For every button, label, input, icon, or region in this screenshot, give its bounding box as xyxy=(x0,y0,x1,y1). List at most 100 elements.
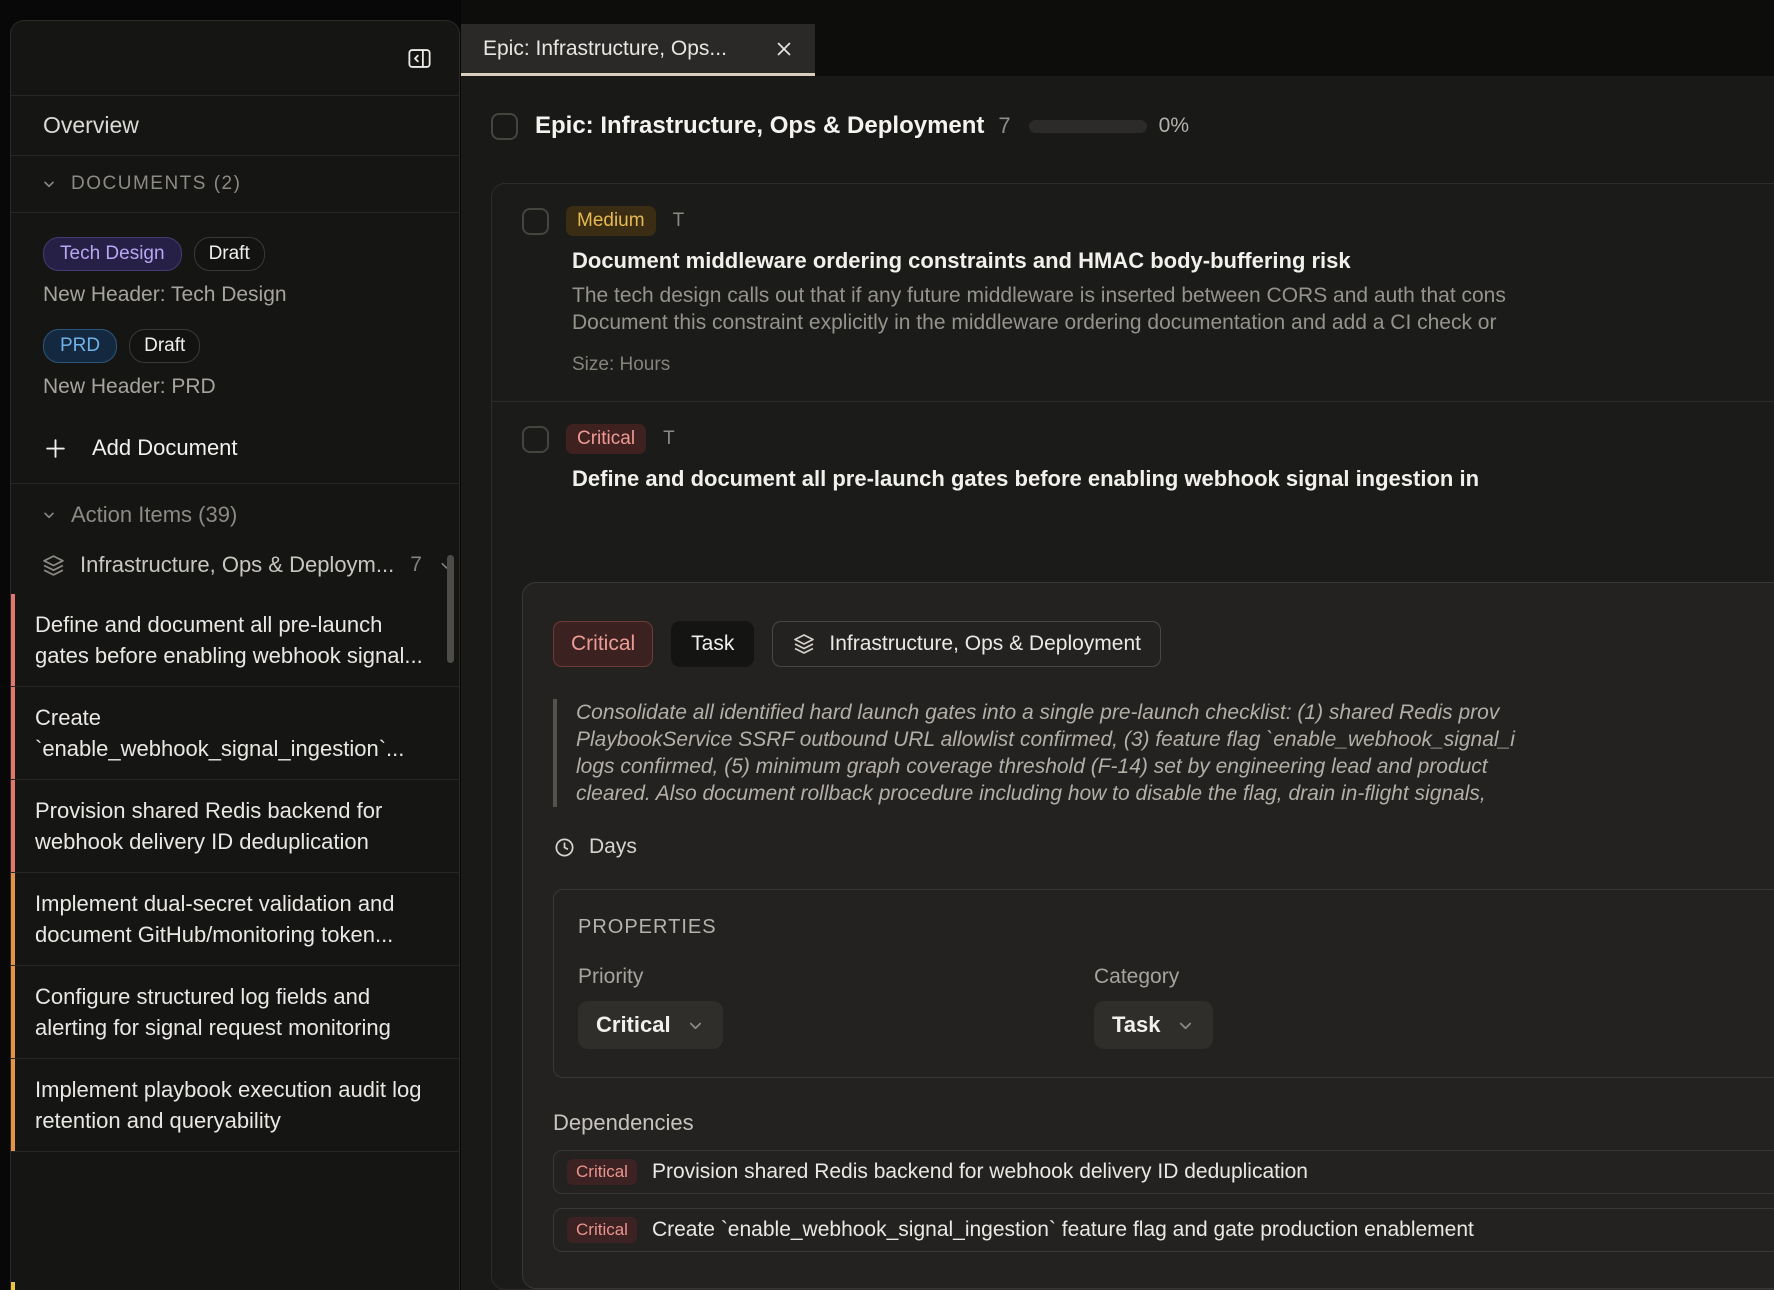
task-row[interactable]: Medium T Document middleware ordering co… xyxy=(492,184,1774,401)
tab-label: Epic: Infrastructure, Ops... xyxy=(483,37,727,61)
list-item-label: Define and document all pre-launch gates… xyxy=(35,612,423,668)
list-item[interactable]: Implement dual-secret validation and doc… xyxy=(11,872,459,965)
document-title: New Header: PRD xyxy=(43,375,427,399)
main-content: Epic: Infrastructure, Ops & Deployment 7… xyxy=(461,76,1774,1290)
task-detail-description: Consolidate all identified hard launch g… xyxy=(553,699,1774,807)
priority-dropdown[interactable]: Critical xyxy=(578,1001,723,1049)
doc-type-badge: Tech Design xyxy=(43,237,182,271)
dependency-title: Create `enable_webhook_signal_ingestion`… xyxy=(652,1218,1474,1242)
list-item-label: Implement playbook execution audit log r… xyxy=(35,1077,421,1133)
priority-label: Priority xyxy=(578,965,1094,989)
list-item-label: Implement dual-secret validation and doc… xyxy=(35,891,395,947)
task-description: The tech design calls out that if any fu… xyxy=(572,282,1774,336)
list-item-label: Create `enable_webhook_signal_ingestion`… xyxy=(35,705,404,761)
priority-stripe xyxy=(11,1282,15,1290)
task-size: Size: Hours xyxy=(572,354,1774,376)
list-item-label: Configure structured log fields and aler… xyxy=(35,984,391,1040)
epic-header: Epic: Infrastructure, Ops & Deployment 7… xyxy=(491,112,1774,140)
priority-stripe xyxy=(11,873,15,965)
priority-stripe xyxy=(11,594,15,686)
category-label: Category xyxy=(1094,965,1610,989)
add-document-button[interactable]: Add Document xyxy=(11,421,459,484)
priority-stripe xyxy=(11,966,15,1058)
epic-checkbox[interactable] xyxy=(491,113,518,140)
documents-section-heading[interactable]: DOCUMENTS (2) xyxy=(11,156,459,213)
priority-badge: Medium xyxy=(566,206,656,236)
properties-box: PROPERTIES Priority Critical xyxy=(553,889,1774,1078)
chevron-down-icon xyxy=(1176,1016,1195,1035)
task-title: Document middleware ordering constraints… xyxy=(572,248,1774,274)
plus-icon xyxy=(43,436,68,461)
epic-pill: Infrastructure, Ops & Deployment xyxy=(772,621,1161,667)
tab-epic[interactable]: Epic: Infrastructure, Ops... xyxy=(461,24,815,76)
list-item[interactable]: Provision shared Redis backend for webho… xyxy=(11,779,459,872)
category-dropdown[interactable]: Task xyxy=(1094,1001,1213,1049)
task-checkbox[interactable] xyxy=(522,208,549,235)
collapse-sidebar-icon[interactable] xyxy=(405,44,433,72)
document-title: New Header: Tech Design xyxy=(43,283,427,307)
category-pill: Task xyxy=(671,621,754,667)
priority-badge: Critical xyxy=(567,1217,637,1243)
clock-icon xyxy=(553,836,576,859)
priority-stripe xyxy=(11,780,15,872)
dependency-title: Provision shared Redis backend for webho… xyxy=(652,1160,1308,1184)
effort-row: Days xyxy=(553,835,1774,859)
doc-status-badge: Draft xyxy=(129,329,200,363)
epic-pill-label: Infrastructure, Ops & Deployment xyxy=(829,631,1141,657)
dependency-row[interactable]: Critical Create `enable_webhook_signal_i… xyxy=(553,1208,1774,1252)
documents-heading-label: DOCUMENTS (2) xyxy=(71,173,241,195)
priority-pill: Critical xyxy=(553,621,653,667)
priority-stripe xyxy=(11,1059,15,1151)
priority-badge: Critical xyxy=(567,1159,637,1185)
document-item[interactable]: PRD Draft New Header: PRD xyxy=(43,329,427,399)
task-detail-panel: Critical Task Infrastructure, Ops & Depl… xyxy=(522,582,1774,1289)
priority-badge: Critical xyxy=(566,424,646,454)
chevron-down-icon xyxy=(686,1016,705,1035)
task-type-letter: T xyxy=(663,428,675,450)
priority-stripe xyxy=(11,687,15,779)
properties-heading: PROPERTIES xyxy=(578,916,1774,939)
epic-progress-percent: 0% xyxy=(1159,114,1189,138)
action-items-heading-label: Action Items (39) xyxy=(71,502,237,528)
list-item[interactable]: Implement playbook execution audit log r… xyxy=(11,1058,459,1151)
doc-type-badge: PRD xyxy=(43,329,117,363)
epic-group-count: 7 xyxy=(410,553,422,577)
layers-icon xyxy=(792,632,816,656)
add-document-label: Add Document xyxy=(92,435,238,461)
action-items-list: Define and document all pre-launch gates… xyxy=(11,594,459,1152)
task-row[interactable]: Critical T Define and document all pre-l… xyxy=(492,401,1774,1289)
close-icon[interactable] xyxy=(773,38,795,60)
chevron-down-icon xyxy=(41,176,57,192)
list-item-label: Provision shared Redis backend for webho… xyxy=(35,798,382,854)
epic-group-label: Infrastructure, Ops & Deploym... xyxy=(80,552,394,578)
sidebar: Overview DOCUMENTS (2) Tech Design Draft… xyxy=(10,20,460,1290)
epic-progress-bar xyxy=(1029,120,1147,133)
chevron-down-icon xyxy=(41,507,57,523)
action-items-section-heading[interactable]: Action Items (39) xyxy=(11,484,459,540)
list-item[interactable]: Configure structured log fields and aler… xyxy=(11,965,459,1058)
sidebar-scrollbar[interactable] xyxy=(447,555,454,663)
dependencies-section: Dependencies Critical Provision shared R… xyxy=(553,1110,1774,1252)
doc-status-badge: Draft xyxy=(194,237,265,271)
sidebar-item-overview[interactable]: Overview xyxy=(11,96,459,156)
task-list: Medium T Document middleware ordering co… xyxy=(491,183,1774,1290)
sidebar-header xyxy=(11,21,459,96)
layers-icon xyxy=(41,553,66,578)
detail-badges: Critical Task Infrastructure, Ops & Depl… xyxy=(553,621,1774,667)
effort-label: Days xyxy=(589,835,637,859)
epic-task-count: 7 xyxy=(998,113,1010,139)
document-item[interactable]: Tech Design Draft New Header: Tech Desig… xyxy=(43,237,427,307)
dependencies-heading: Dependencies xyxy=(553,1110,1774,1136)
task-type-letter: T xyxy=(673,210,685,232)
category-dropdown-value: Task xyxy=(1112,1012,1161,1038)
task-checkbox[interactable] xyxy=(522,426,549,453)
list-item[interactable]: Define and document all pre-launch gates… xyxy=(11,594,459,686)
epic-group-row[interactable]: Infrastructure, Ops & Deploym... 7 xyxy=(11,540,459,594)
priority-dropdown-value: Critical xyxy=(596,1012,671,1038)
dependency-row[interactable]: Critical Provision shared Redis backend … xyxy=(553,1150,1774,1194)
list-item[interactable]: Create `enable_webhook_signal_ingestion`… xyxy=(11,686,459,779)
epic-title: Epic: Infrastructure, Ops & Deployment xyxy=(535,112,984,140)
task-title: Define and document all pre-launch gates… xyxy=(572,466,1774,492)
documents-list: Tech Design Draft New Header: Tech Desig… xyxy=(11,213,459,399)
overview-label: Overview xyxy=(43,112,139,139)
